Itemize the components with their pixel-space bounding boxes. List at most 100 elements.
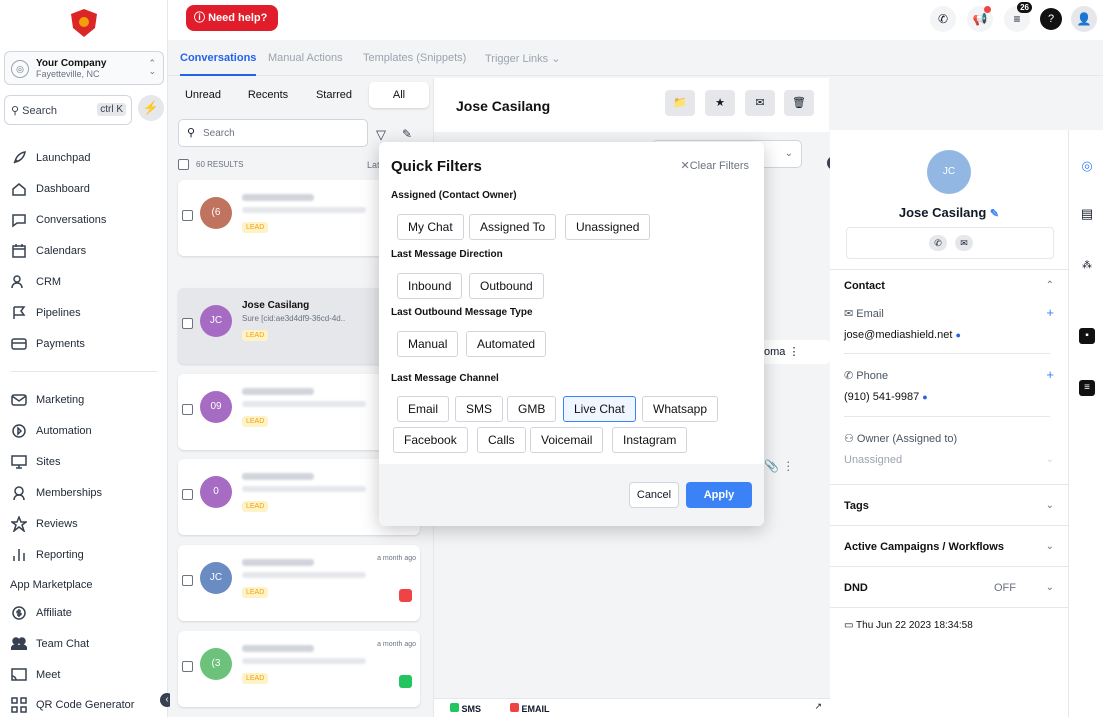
tasks-list-icon[interactable]: ≡ [1079, 380, 1095, 396]
filter-chip-inbound[interactable]: Inbound [397, 273, 463, 299]
email-value[interactable]: jose@mediashield.net ● [844, 329, 961, 341]
question-icon[interactable]: ? [1040, 8, 1062, 30]
filter-icon[interactable]: ▽ [376, 127, 386, 143]
cancel-button[interactable]: Cancel [629, 482, 679, 508]
row-checkbox[interactable] [182, 661, 193, 672]
filter-chip-my-chat[interactable]: My Chat [397, 214, 464, 240]
filter-tab-all[interactable]: All [369, 82, 429, 108]
user-avatar[interactable]: 👤 [1071, 6, 1097, 32]
sidebar-item-marketing[interactable]: Marketing [10, 390, 84, 410]
mail-icon[interactable]: ✉ [955, 235, 973, 251]
filter-chip-assigned-to[interactable]: Assigned To [469, 214, 557, 240]
sidebar-item-conversations[interactable]: Conversations [10, 210, 106, 230]
filter-chip-manual[interactable]: Manual [397, 331, 459, 357]
list-item[interactable]: JC LEAD a month ago [178, 545, 420, 621]
quick-action-bolt-icon[interactable]: ⚡ [138, 95, 164, 121]
filter-chip-voicemail[interactable]: Voicemail [530, 427, 604, 453]
star-icon[interactable]: ★ [705, 90, 735, 116]
results-count: 60 RESULTS [196, 160, 244, 169]
add-email-icon[interactable]: + [1046, 305, 1054, 320]
filter-chip-whatsapp[interactable]: Whatsapp [642, 396, 719, 422]
expand-composer-icon[interactable]: ↗ [814, 701, 822, 712]
sidebar-item-payments[interactable]: Payments [10, 334, 85, 354]
conversation-search-input[interactable]: ⚲ Search [178, 119, 368, 147]
sidebar-item-pipelines[interactable]: Pipelines [10, 303, 81, 323]
compose-icon[interactable]: ✎ [402, 127, 412, 141]
sidebar-item-app-marketplace[interactable]: App Marketplace [10, 575, 93, 595]
mark-read-icon[interactable]: ✉ [745, 90, 775, 116]
filter-section-label: Last Message Channel [391, 373, 499, 384]
email-tab[interactable]: EMAIL [510, 703, 550, 714]
filter-chip-sms[interactable]: SMS [455, 396, 504, 422]
row-checkbox[interactable] [182, 210, 193, 221]
row-checkbox[interactable] [182, 404, 193, 415]
need-help-button[interactable]: ⓘ Need help? [186, 5, 278, 31]
tab-manual-actions[interactable]: Manual Actions [268, 52, 343, 64]
notes-icon[interactable]: ▪ [1079, 328, 1095, 344]
sidebar-item-calendars[interactable]: Calendars [10, 241, 86, 261]
contact-profile-icon[interactable]: ◎ [1079, 158, 1095, 174]
sidebar-item-memberships[interactable]: Memberships [10, 483, 102, 503]
sidebar-item-automation[interactable]: Automation [10, 421, 92, 441]
sidebar-search[interactable]: ⚲ Search ctrl K [4, 95, 132, 125]
calendar-icon[interactable]: ▤ [1079, 206, 1095, 222]
sidebar-item-reviews[interactable]: Reviews [10, 514, 78, 534]
filter-chip-outbound[interactable]: Outbound [469, 273, 544, 299]
filter-tab-starred[interactable]: Starred [304, 82, 364, 108]
phone-value[interactable]: (910) 541-9987 ● [844, 391, 928, 403]
sidebar-item-sites[interactable]: Sites [10, 452, 60, 472]
attachment-menu-icon[interactable]: 📎 ⋮ [764, 459, 794, 473]
tab-templates[interactable]: Templates (Snippets) [363, 52, 466, 64]
tab-conversations[interactable]: Conversations [180, 52, 257, 76]
filter-chip-automated[interactable]: Automated [466, 331, 547, 357]
chevron-down-icon[interactable]: ⌄ [1046, 541, 1054, 552]
campaigns-section[interactable]: Active Campaigns / Workflows [844, 541, 1004, 553]
row-checkbox[interactable] [182, 318, 193, 329]
chevron-up-icon[interactable]: ⌃ [1046, 280, 1054, 291]
tags-section[interactable]: Tags [844, 500, 869, 512]
sidebar-item-launchpad[interactable]: Launchpad [10, 148, 90, 168]
dnd-section[interactable]: DND [844, 582, 868, 594]
clear-filters-button[interactable]: ✕Clear Filters [680, 159, 749, 172]
filter-chip-instagram[interactable]: Instagram [612, 427, 688, 453]
filter-tab-unread[interactable]: Unread [176, 82, 230, 108]
sms-tab[interactable]: SMS [450, 703, 481, 714]
tab-trigger-links[interactable]: Trigger Links ⌄ [485, 52, 560, 65]
move-folder-icon[interactable]: 📁 [665, 90, 695, 116]
workflow-icon[interactable]: ⁂ [1079, 258, 1095, 274]
sidebar-item-label: Payments [36, 338, 85, 350]
sidebar-item-dashboard[interactable]: Dashboard [10, 179, 90, 199]
sidebar-item-crm[interactable]: CRM [10, 272, 61, 292]
call-icon[interactable]: ✆ [929, 235, 947, 251]
megaphone-icon[interactable]: 📢 [967, 6, 993, 32]
chevron-down-icon[interactable]: ⌄ [1046, 582, 1054, 593]
filter-chip-calls[interactable]: Calls [477, 427, 526, 453]
filter-chip-facebook[interactable]: Facebook [393, 427, 468, 453]
sidebar-item-affiliate[interactable]: Affiliate [10, 603, 72, 623]
sidebar-item-team-chat[interactable]: Team Chat [10, 634, 89, 654]
filter-chip-email[interactable]: Email [397, 396, 450, 422]
filter-chip-unassigned[interactable]: Unassigned [565, 214, 651, 240]
sort-label[interactable]: Lat [367, 160, 380, 170]
tasks-icon[interactable]: ≡ 26 [1004, 2, 1032, 32]
trash-icon[interactable]: 🗑 [784, 90, 814, 116]
apply-button[interactable]: Apply [686, 482, 752, 508]
contact-section-heading[interactable]: Contact [844, 280, 885, 292]
bar-chart-icon [10, 546, 28, 564]
list-item[interactable]: (3 LEAD a month ago [178, 631, 420, 707]
filter-chip-gmb[interactable]: GMB [507, 396, 557, 422]
sidebar-item-reporting[interactable]: Reporting [10, 545, 84, 565]
filter-chip-live-chat[interactable]: Live Chat [563, 396, 636, 422]
owner-select[interactable]: Unassigned [844, 454, 902, 466]
filter-tab-recents[interactable]: Recents [234, 82, 302, 108]
company-switcher[interactable]: ◎ Your Company Fayetteville, NC ⌃ ⌄ [4, 51, 164, 85]
sidebar-item-meet[interactable]: Meet [10, 665, 60, 685]
sidebar-item-qr-code-generator[interactable]: QR Code Generator [10, 695, 134, 715]
row-checkbox[interactable] [182, 489, 193, 500]
add-phone-icon[interactable]: + [1046, 367, 1054, 382]
edit-pencil-icon[interactable]: ✎ [990, 208, 999, 220]
phone-icon[interactable]: ✆ [930, 6, 956, 32]
select-all-checkbox[interactable] [178, 159, 189, 170]
row-checkbox[interactable] [182, 575, 193, 586]
chevron-down-icon[interactable]: ⌄ [1046, 500, 1054, 511]
